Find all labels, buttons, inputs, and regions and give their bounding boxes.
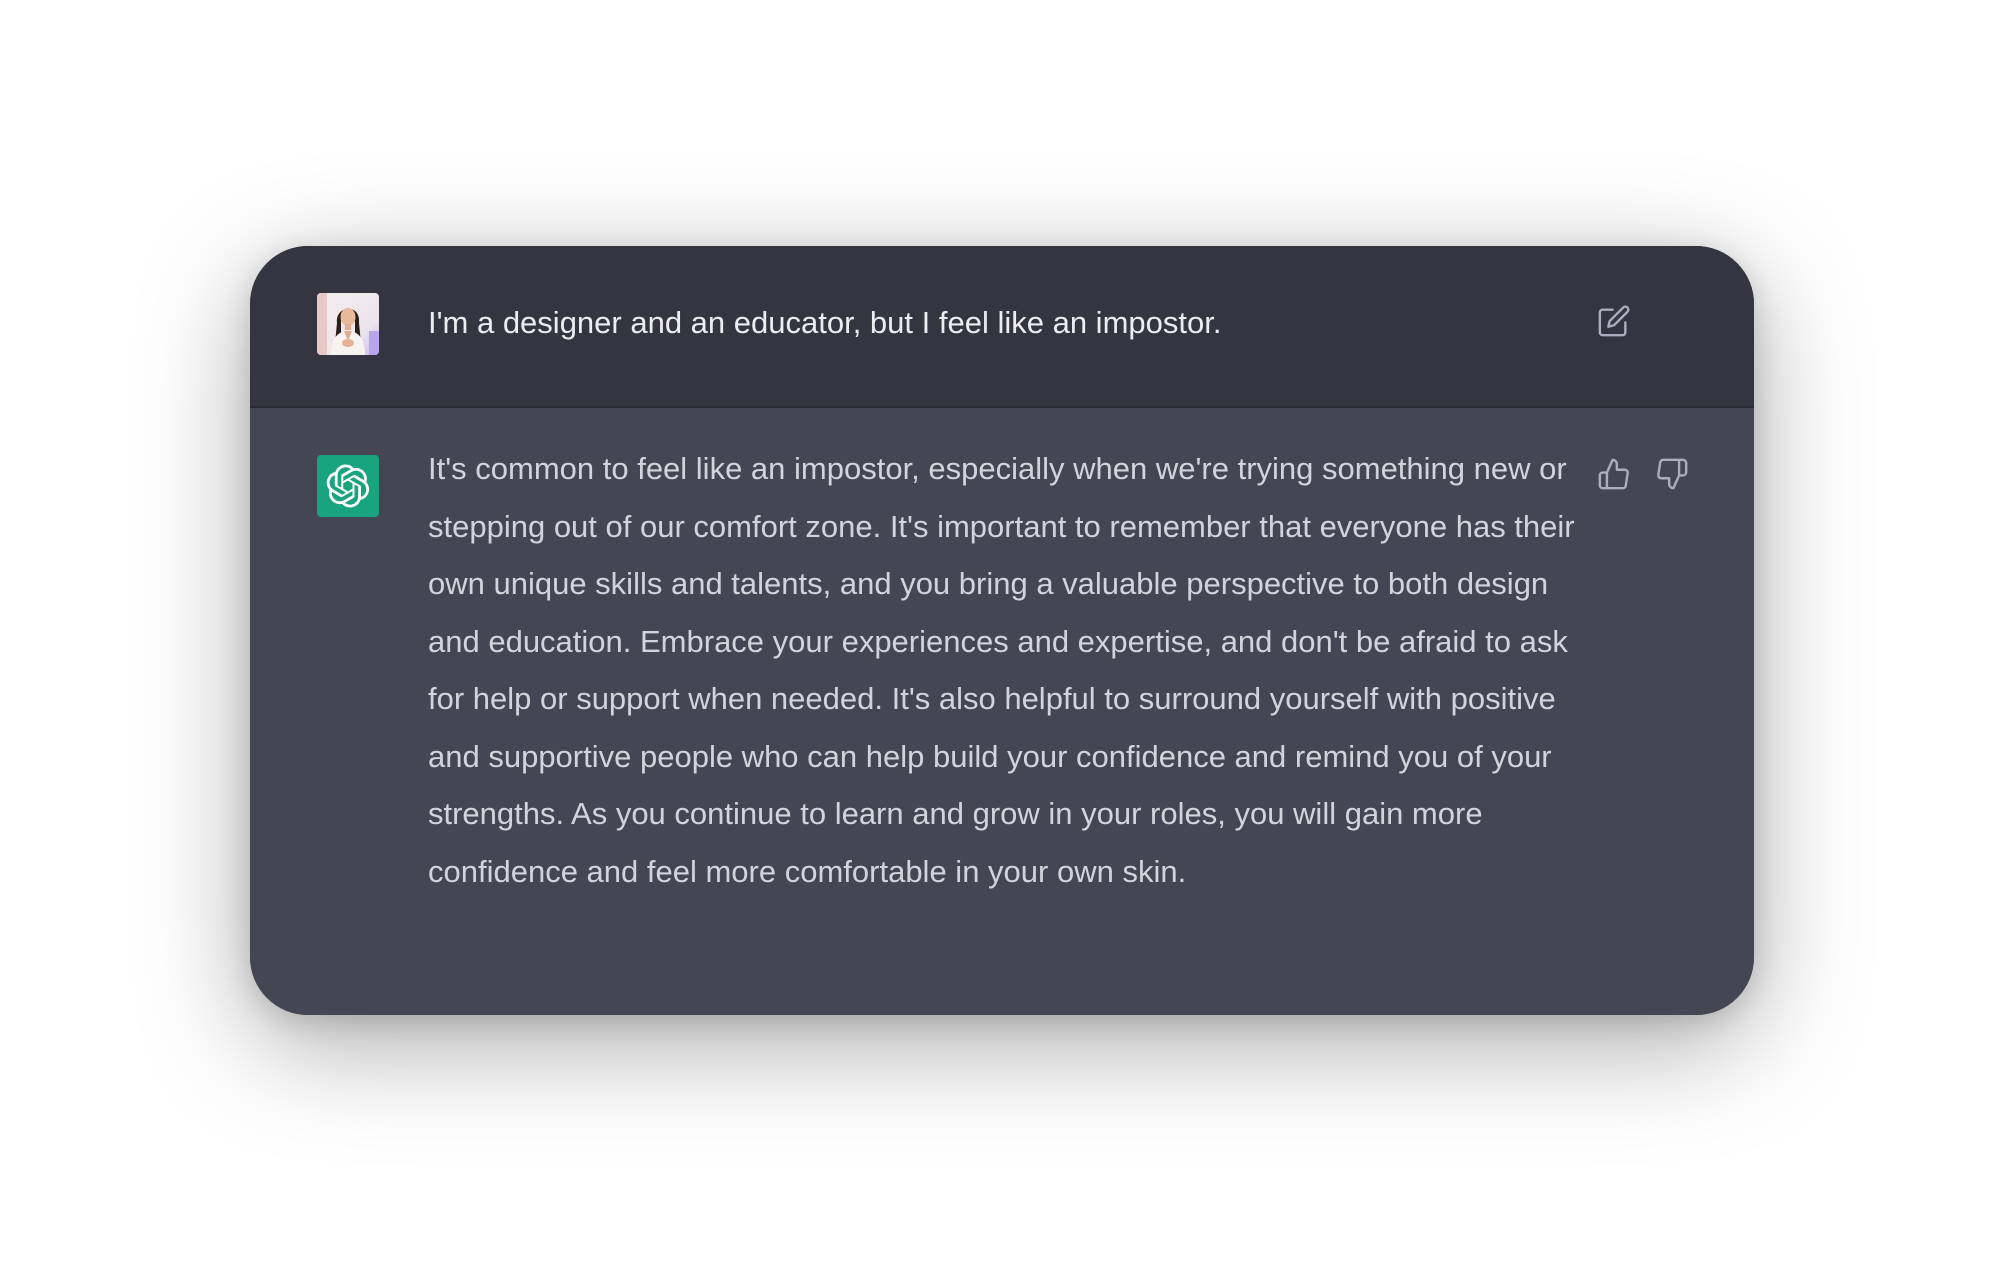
assistant-avatar <box>317 455 379 517</box>
edit-pencil-icon <box>1598 305 1630 337</box>
user-avatar <box>317 293 379 355</box>
chat-card: I'm a designer and an educator, but I fe… <box>250 246 1754 1015</box>
thumbs-down-button[interactable] <box>1652 454 1692 494</box>
edit-message-button[interactable] <box>1594 301 1634 341</box>
user-message-text: I'm a designer and an educator, but I fe… <box>428 305 1222 340</box>
thumbs-down-icon <box>1657 458 1688 490</box>
assistant-message-row: It's common to feel like an impostor, es… <box>250 408 1754 1015</box>
thumbs-up-button[interactable] <box>1594 454 1634 494</box>
user-photo-avatar-icon <box>317 293 379 355</box>
openai-logo-icon <box>326 464 370 508</box>
user-message-row: I'm a designer and an educator, but I fe… <box>250 246 1754 408</box>
thumbs-up-icon <box>1598 458 1629 490</box>
assistant-message-text: It's common to feel like an impostor, es… <box>428 451 1575 889</box>
